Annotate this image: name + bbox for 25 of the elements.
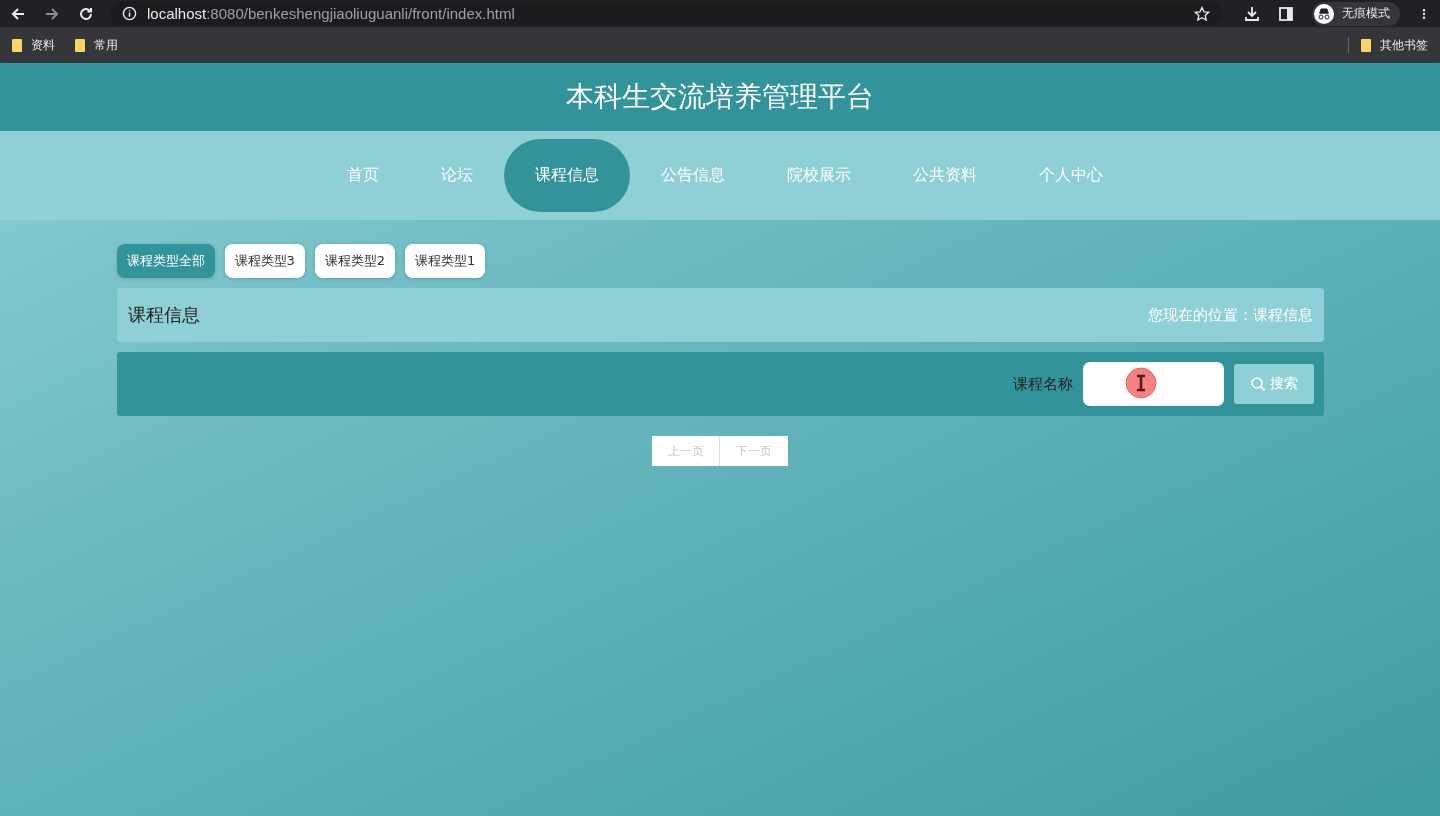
category-tab[interactable]: 课程类型2 xyxy=(314,244,396,278)
url-text: localhost:8080/benkeshengjiaoliuguanli/front/index.html xyxy=(147,5,516,22)
cursor-icon xyxy=(1124,367,1157,399)
incognito-icon xyxy=(1314,3,1334,24)
field-label: 课程名称 xyxy=(1012,374,1073,394)
bookmark-star-icon[interactable] xyxy=(1194,5,1210,22)
category-tab[interactable]: 课程类型全部 xyxy=(116,244,215,278)
bookmark-folder[interactable]: 其他书签 xyxy=(1361,36,1428,54)
site-title: 本科生交流培养管理平台 xyxy=(566,79,874,115)
bookmark-folder[interactable]: 资料 xyxy=(12,36,55,54)
search-icon xyxy=(1249,376,1266,392)
bookmark-folder[interactable]: 常用 xyxy=(75,36,118,54)
forward-icon[interactable] xyxy=(44,5,60,22)
info-icon xyxy=(122,6,137,21)
back-icon[interactable] xyxy=(10,5,26,22)
category-tab[interactable]: 课程类型3 xyxy=(224,244,305,278)
section-title: 课程信息 xyxy=(127,303,200,327)
category-tab[interactable]: 课程类型1 xyxy=(405,244,486,278)
address-bar[interactable]: localhost:8080/benkeshengjiaoliuguanli/front/index.html xyxy=(110,1,1222,26)
reload-icon[interactable] xyxy=(78,5,94,22)
side-panel-icon[interactable] xyxy=(1278,5,1294,22)
incognito-badge[interactable]: 无痕模式 xyxy=(1312,1,1400,26)
nav-item[interactable]: 课程信息 xyxy=(504,139,630,212)
breadcrumb: 您现在的位置：课程信息 xyxy=(1147,305,1313,325)
download-icon[interactable] xyxy=(1244,5,1260,22)
